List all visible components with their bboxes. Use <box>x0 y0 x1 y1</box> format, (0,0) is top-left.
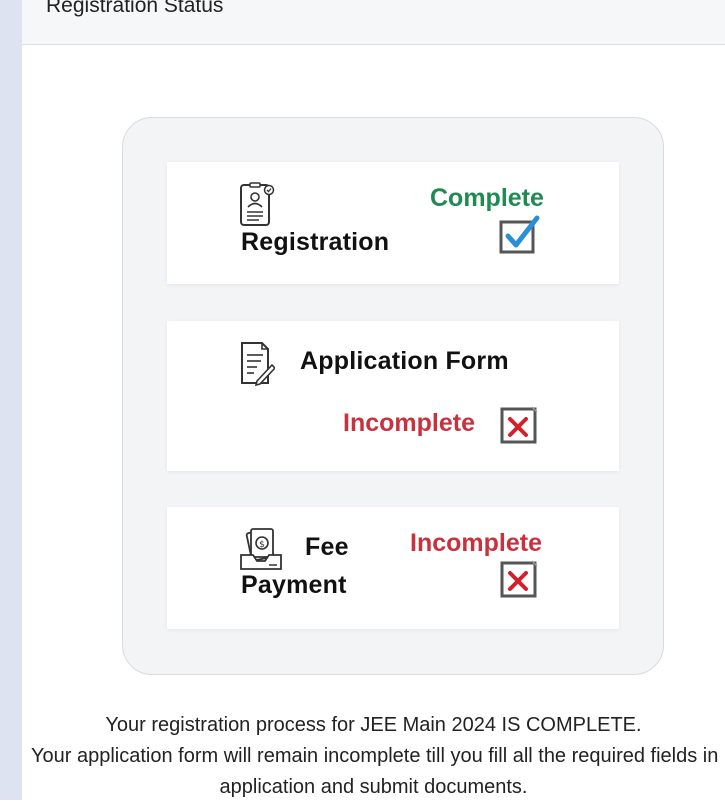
status-message-line-1: Your registration process for JEE Main 2… <box>105 714 642 736</box>
form-edit-icon <box>241 342 275 387</box>
status-text-registration: Complete <box>430 184 544 212</box>
checked-box-icon <box>499 215 540 254</box>
id-document-icon <box>240 182 275 226</box>
registration-status-page: Registration Status Registration Complet… <box>22 0 725 800</box>
svg-text:$: $ <box>259 540 265 550</box>
status-message: Your registration process for JEE Main 2… <box>22 710 725 803</box>
status-message-line-2: Your application form will remain incomp… <box>31 745 719 767</box>
step-card-fee-payment: $ Fee Payment Incomplete <box>167 507 619 629</box>
status-panel: Registration Complete Application Form I… <box>122 117 664 675</box>
crossed-box-icon <box>500 560 538 598</box>
crossed-box-icon <box>500 406 538 444</box>
step-label-fee: Fee <box>305 533 349 561</box>
step-label-application-form: Application Form <box>300 347 509 375</box>
step-card-application-form: Application Form Incomplete <box>167 321 619 471</box>
step-label-payment: Payment <box>241 571 347 599</box>
page-title: Registration Status <box>46 0 224 17</box>
step-card-registration: Registration Complete <box>167 162 619 284</box>
status-text-fee-payment: Incomplete <box>410 529 542 557</box>
page-header: Registration Status <box>22 0 725 45</box>
status-text-application-form: Incomplete <box>343 409 475 437</box>
step-label-registration: Registration <box>241 228 390 256</box>
status-message-line-3: application and submit documents. <box>219 776 528 798</box>
left-edge-strip <box>0 0 22 800</box>
money-payment-icon: $ <box>240 528 282 570</box>
